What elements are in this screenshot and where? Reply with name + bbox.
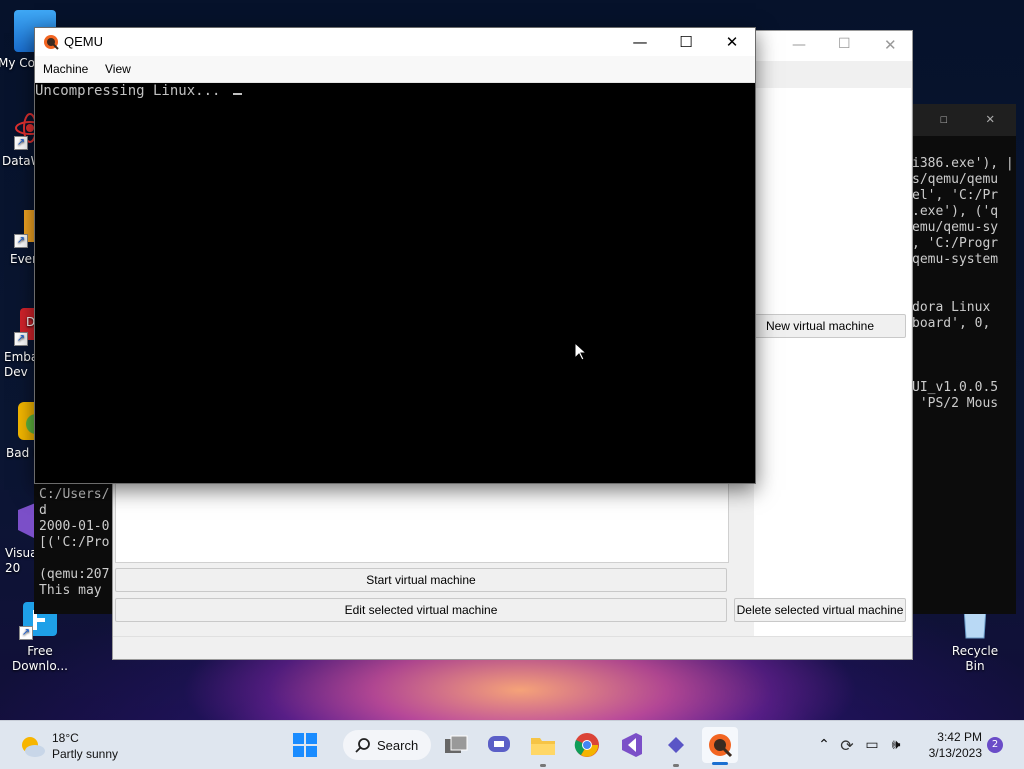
menu-view[interactable]: View <box>105 62 131 76</box>
clock[interactable]: 3:42 PM 3/13/2023 <box>918 729 982 761</box>
new-vm-button[interactable]: New virtual machine <box>734 314 906 338</box>
desktop-icon-label: Recycle Bin <box>951 644 999 673</box>
running-indicator <box>673 764 679 767</box>
qemu-titlebar[interactable]: QEMU — ☐ ✕ <box>35 28 755 56</box>
shortcut-arrow-icon: ↗ <box>14 332 28 346</box>
terminal-titlebar: ☐ ✕ <box>912 104 1016 136</box>
chevron-up-icon[interactable]: ⌃ <box>814 737 834 753</box>
weather-temp: 18°C <box>52 731 79 745</box>
file-explorer-button[interactable] <box>527 729 559 767</box>
terminal-line: dora Linux <box>912 300 991 315</box>
manager-menubar <box>754 61 912 87</box>
shortcut-arrow-icon: ↗ <box>14 136 28 150</box>
terminal-line: .exe'), ('q <box>912 204 999 219</box>
partly-sunny-icon <box>22 737 45 757</box>
diamond-icon <box>668 737 684 753</box>
minimize-icon[interactable]: — <box>617 28 663 56</box>
search-label: Search <box>377 737 419 753</box>
menu-machine[interactable]: Machine <box>43 62 88 76</box>
active-indicator <box>712 762 728 765</box>
terminal-window: ☐ ✕ i386.exe'), | s/qemu/qemu el', 'C:/P… <box>912 104 1016 614</box>
console-window: C:/Users/ d 2000-01-0 [('C:/Pro (qemu:20… <box>34 482 112 614</box>
mouse-pointer-icon <box>574 342 588 361</box>
qemu-logo-icon <box>709 734 733 758</box>
maximize-icon[interactable]: ☐ <box>838 36 851 52</box>
terminal-line: i386.exe'), | <box>912 156 1014 171</box>
weather-desc: Partly sunny <box>52 747 119 761</box>
visual-studio-icon <box>622 733 642 757</box>
windows-logo-icon <box>293 733 317 757</box>
network-icon[interactable]: ▭ <box>860 737 884 753</box>
maximize-icon[interactable]: ☐ <box>663 28 709 56</box>
qemu-taskbar-button[interactable] <box>702 727 738 765</box>
volume-icon[interactable]: 🕪 <box>884 737 908 753</box>
chrome-button[interactable] <box>571 729 603 761</box>
terminal-line: emu/qemu-sy <box>912 220 999 235</box>
folder-icon <box>531 738 555 755</box>
close-icon[interactable]: ✕ <box>986 111 994 127</box>
shortcut-arrow-icon: ↗ <box>19 626 33 640</box>
start-vm-button[interactable]: Start virtual machine <box>115 568 727 592</box>
chrome-icon <box>574 733 599 757</box>
clock-time: 3:42 PM <box>937 730 982 744</box>
console-line: [('C:/Pro <box>39 535 110 550</box>
teams-chat-button[interactable] <box>483 729 515 761</box>
notification-badge[interactable]: 2 <box>987 737 1003 753</box>
vm-display[interactable]: Uncompressing Linux... <box>35 83 755 483</box>
clock-date: 3/13/2023 <box>928 746 982 760</box>
terminal-line: board', 0, <box>912 316 991 331</box>
minimize-icon[interactable]: — <box>792 37 806 53</box>
terminal-line: el', 'C:/Pr <box>912 188 999 203</box>
desktop-icon-label: Free Downlo... <box>12 644 68 673</box>
delete-vm-button[interactable]: Delete selected virtual machine <box>734 598 906 622</box>
terminal-line: s/qemu/qemu <box>912 172 999 187</box>
terminal-line: 'PS/2 Mous <box>912 396 999 411</box>
search-icon <box>355 738 370 753</box>
qemu-window[interactable]: QEMU — ☐ ✕ Machine View Uncompressing Li… <box>34 27 756 484</box>
boot-message: Uncompressing Linux... <box>35 83 229 99</box>
chat-icon <box>488 736 510 752</box>
console-line: 2000-01-0 <box>39 519 110 534</box>
console-line: d <box>39 503 47 518</box>
maximize-icon[interactable]: ☐ <box>940 112 948 128</box>
task-view-icon <box>445 735 468 753</box>
manager-right-panel <box>754 88 911 648</box>
terminal-line: , 'C:/Progr <box>912 236 999 251</box>
task-view-button[interactable] <box>440 729 472 761</box>
manager-statusbar <box>113 636 912 659</box>
close-icon[interactable]: ✕ <box>884 36 897 54</box>
edit-vm-button[interactable]: Edit selected virtual machine <box>115 598 727 622</box>
qemu-logo-icon <box>43 34 59 50</box>
text-cursor <box>232 93 242 95</box>
window-title: QEMU <box>64 34 103 49</box>
shortcut-arrow-icon: ↗ <box>14 234 28 248</box>
console-line: (qemu:207 <box>39 567 110 582</box>
sync-icon[interactable]: ⟳ <box>834 736 860 755</box>
visual-studio-button[interactable] <box>615 729 647 761</box>
qemu-menubar: Machine View <box>35 56 755 83</box>
running-indicator <box>540 764 546 767</box>
manager-titlebar: — ☐ ✕ <box>754 31 912 61</box>
console-line: This may <box>39 583 102 598</box>
terminal-line: UI_v1.0.0.5 <box>912 380 999 395</box>
vm-console-output: Uncompressing Linux... <box>35 83 242 99</box>
terminal-line: qemu-system <box>912 252 999 267</box>
close-icon[interactable]: ✕ <box>709 28 755 56</box>
start-button[interactable] <box>289 729 321 761</box>
system-tray: ⌃ ⟳ ▭ 🕪 <box>814 721 908 769</box>
taskbar: 18°C Partly sunny Search ⌃ ⟳ ▭ 🕪 3:42 PM <box>0 720 1024 769</box>
weather-widget[interactable]: 18°C Partly sunny <box>18 729 138 763</box>
vs-code-button[interactable] <box>660 729 692 767</box>
search-button[interactable]: Search <box>343 730 431 760</box>
console-line: C:/Users/ <box>39 487 110 502</box>
vm-list[interactable] <box>115 483 729 563</box>
